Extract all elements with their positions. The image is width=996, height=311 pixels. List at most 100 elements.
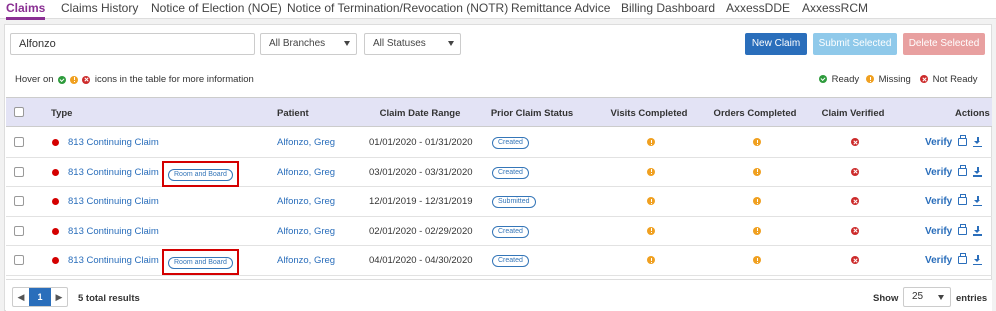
- visits-missing-icon[interactable]: [647, 226, 655, 235]
- claim-type-link[interactable]: 813 Continuing Claim: [68, 137, 159, 148]
- prior-claim-status: Created: [492, 254, 529, 267]
- patient-link[interactable]: Alfonzo, Greg: [277, 196, 335, 207]
- prev-page-button[interactable]: ◀: [13, 288, 29, 306]
- row-checkbox[interactable]: [14, 225, 24, 236]
- claim-type-link[interactable]: 813 Continuing Claim: [68, 196, 159, 207]
- room-and-board-badge: Room and Board: [168, 168, 233, 181]
- row-checkbox[interactable]: [14, 196, 24, 206]
- download-icon[interactable]: [973, 137, 983, 148]
- download-icon[interactable]: [973, 255, 983, 266]
- download-icon[interactable]: [973, 225, 983, 236]
- not-ready-icon: [920, 75, 928, 84]
- hover-note-suffix: icons in the table for more information: [94, 74, 254, 85]
- verified-not-ready-icon[interactable]: [851, 167, 859, 176]
- verified-not-ready-icon[interactable]: [851, 197, 859, 205]
- print-icon[interactable]: [958, 164, 968, 176]
- tab-remittance-advice[interactable]: Remittance Advice: [511, 1, 610, 15]
- entries-label: entries: [956, 293, 988, 304]
- branch-select[interactable]: All Branches: [260, 33, 357, 55]
- row-actions: Verify: [925, 253, 983, 266]
- prior-status-badge: Created: [492, 166, 529, 179]
- print-icon[interactable]: [958, 194, 968, 206]
- verified-not-ready-icon[interactable]: [851, 256, 859, 264]
- prior-status-badge: Created: [492, 255, 529, 267]
- visits-missing-icon[interactable]: [647, 256, 655, 264]
- hover-note: Hover on icons in the table for more inf…: [15, 74, 254, 85]
- search-input[interactable]: [10, 33, 255, 55]
- current-page[interactable]: 1: [29, 288, 51, 306]
- header-claim-verified[interactable]: Claim Verified: [822, 108, 885, 119]
- tab-noe[interactable]: Notice of Election (NOE): [151, 1, 282, 15]
- download-icon[interactable]: [973, 196, 983, 207]
- header-claim-date-range[interactable]: Claim Date Range: [380, 108, 461, 119]
- claim-type-link[interactable]: 813 Continuing Claim: [68, 255, 159, 266]
- visits-missing-icon[interactable]: [647, 138, 655, 146]
- row-checkbox[interactable]: [14, 255, 24, 265]
- new-claim-button[interactable]: New Claim: [745, 33, 807, 55]
- prior-claim-status: Submitted: [492, 195, 536, 208]
- patient-link[interactable]: Alfonzo, Greg: [277, 167, 335, 178]
- pagination: ◀ 1 ▶: [12, 287, 68, 307]
- orders-missing-icon[interactable]: [753, 256, 761, 264]
- row-actions: Verify: [925, 135, 983, 148]
- claim-date-range: 03/01/2020 - 03/31/2020: [369, 166, 473, 178]
- legend-ready: Ready: [817, 74, 859, 85]
- verified-not-ready-icon[interactable]: [851, 138, 859, 146]
- patient-link[interactable]: Alfonzo, Greg: [277, 137, 335, 148]
- print-icon[interactable]: [958, 135, 968, 147]
- claim-type-link[interactable]: 813 Continuing Claim: [68, 167, 159, 178]
- header-type[interactable]: Type: [51, 108, 72, 119]
- visits-missing-icon[interactable]: [647, 197, 655, 205]
- tab-axxessdde[interactable]: AxxessDDE: [726, 1, 790, 15]
- download-icon[interactable]: [973, 166, 983, 177]
- verified-not-ready-icon[interactable]: [851, 226, 859, 235]
- claim-date-range: 02/01/2020 - 02/29/2020: [369, 225, 473, 237]
- tab-claims-history[interactable]: Claims History: [61, 1, 138, 15]
- print-icon[interactable]: [958, 253, 968, 265]
- patient-link[interactable]: Alfonzo, Greg: [277, 226, 335, 237]
- visits-missing-icon[interactable]: [647, 167, 655, 176]
- status-dot-icon: [52, 227, 59, 235]
- verify-link[interactable]: Verify: [925, 196, 952, 207]
- prior-claim-status: Created: [492, 225, 529, 238]
- tab-claims[interactable]: Claims: [6, 1, 46, 20]
- next-page-button[interactable]: ▶: [51, 288, 67, 306]
- table-row: 813 Continuing Claim Room and Board Alfonz…: [6, 246, 992, 276]
- prior-status-badge: Created: [492, 137, 529, 149]
- orders-missing-icon[interactable]: [753, 197, 761, 205]
- orders-missing-icon[interactable]: [753, 226, 761, 235]
- verify-link[interactable]: Verify: [925, 167, 952, 178]
- legend-missing: Missing: [864, 74, 911, 85]
- tab-bar: Claims Claims History Notice of Election…: [0, 0, 996, 20]
- claim-type-link[interactable]: 813 Continuing Claim: [68, 226, 159, 237]
- branch-select-value: All Branches: [269, 38, 326, 49]
- claim-date-range: 04/01/2020 - 04/30/2020: [369, 255, 473, 266]
- row-checkbox[interactable]: [14, 166, 24, 177]
- header-patient[interactable]: Patient: [277, 108, 309, 119]
- table-row: 813 Continuing Claim Alfonzo, Greg 01/01/2…: [6, 128, 992, 158]
- ready-icon: [819, 75, 827, 84]
- status-select[interactable]: All Statuses: [364, 33, 461, 55]
- tab-axxessrcm[interactable]: AxxessRCM: [802, 1, 868, 15]
- verify-link[interactable]: Verify: [925, 226, 952, 237]
- hover-note-prefix: Hover on: [15, 74, 54, 85]
- verify-link[interactable]: Verify: [925, 137, 952, 148]
- tab-notr[interactable]: Notice of Termination/Revocation (NOTR): [287, 1, 508, 15]
- select-all-checkbox[interactable]: [14, 107, 24, 117]
- patient-link[interactable]: Alfonzo, Greg: [277, 255, 335, 266]
- orders-missing-icon[interactable]: [753, 138, 761, 146]
- claim-date-range: 12/01/2019 - 12/31/2019: [369, 196, 473, 207]
- verify-link[interactable]: Verify: [925, 255, 952, 266]
- orders-missing-icon[interactable]: [753, 167, 761, 176]
- page-size-select[interactable]: 25: [903, 287, 951, 307]
- row-checkbox[interactable]: [14, 137, 24, 147]
- delete-selected-button[interactable]: Delete Selected: [903, 33, 985, 55]
- legend-missing-label: Missing: [878, 74, 911, 85]
- table-row: 813 Continuing Claim Room and Board Alfonz…: [6, 158, 992, 187]
- print-icon[interactable]: [958, 223, 968, 235]
- tab-billing-dashboard[interactable]: Billing Dashboard: [621, 1, 715, 15]
- submit-selected-button[interactable]: Submit Selected: [813, 33, 897, 55]
- header-orders-completed[interactable]: Orders Completed: [714, 108, 797, 119]
- header-visits-completed[interactable]: Visits Completed: [611, 108, 688, 119]
- header-prior-claim-status[interactable]: Prior Claim Status: [491, 108, 573, 119]
